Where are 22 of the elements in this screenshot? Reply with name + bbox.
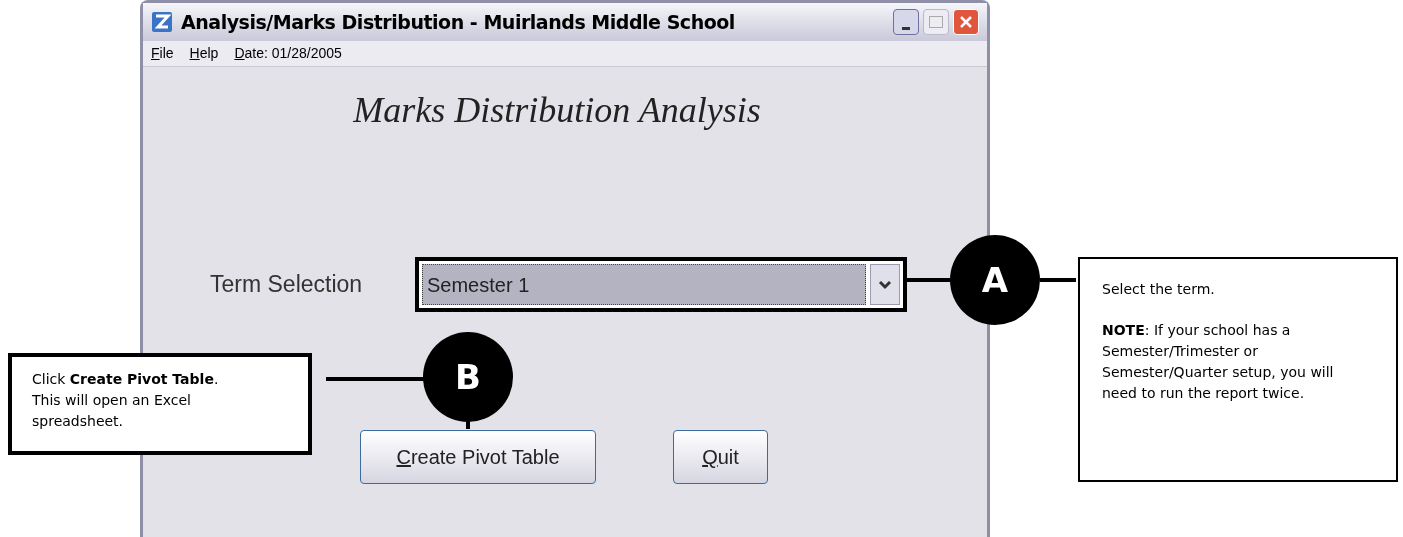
dialog-button[interactable]: Create Pivot Table xyxy=(360,430,596,484)
close-button[interactable] xyxy=(953,9,979,35)
window-title: Analysis/Marks Distribution - Muirlands Middle School xyxy=(181,9,735,35)
dropdown-arrow-button[interactable] xyxy=(870,264,900,305)
maximize-icon xyxy=(929,16,943,28)
menu-item[interactable]: Help xyxy=(189,43,219,64)
page-heading: Marks Distribution Analysis xyxy=(353,89,761,132)
menu-item[interactable]: File xyxy=(151,43,174,64)
dropdown-value: Semester 1 xyxy=(422,264,866,305)
chevron-down-icon xyxy=(878,279,892,290)
date-label: Date: 01/28/2005 xyxy=(234,44,342,63)
callout-text: NOTE: If your school has a Semester/Trimester or Semester/Quarter setup, you will need to run the report twice. xyxy=(1102,321,1335,403)
callout-marker: A xyxy=(950,235,1040,325)
close-icon xyxy=(959,15,973,29)
callout-text: Click Create Pivot Table. This will open an Excel spreadsheet. xyxy=(32,370,220,431)
minimize-icon xyxy=(902,27,910,30)
dialog-button[interactable]: Quit xyxy=(673,430,768,484)
term-dropdown[interactable]: Semester 1 xyxy=(415,257,907,312)
callout-text: Select the term. xyxy=(1102,280,1216,299)
app-logo-icon xyxy=(151,11,173,33)
minimize-button[interactable] xyxy=(893,9,919,35)
term-label: Term Selection xyxy=(210,270,364,300)
